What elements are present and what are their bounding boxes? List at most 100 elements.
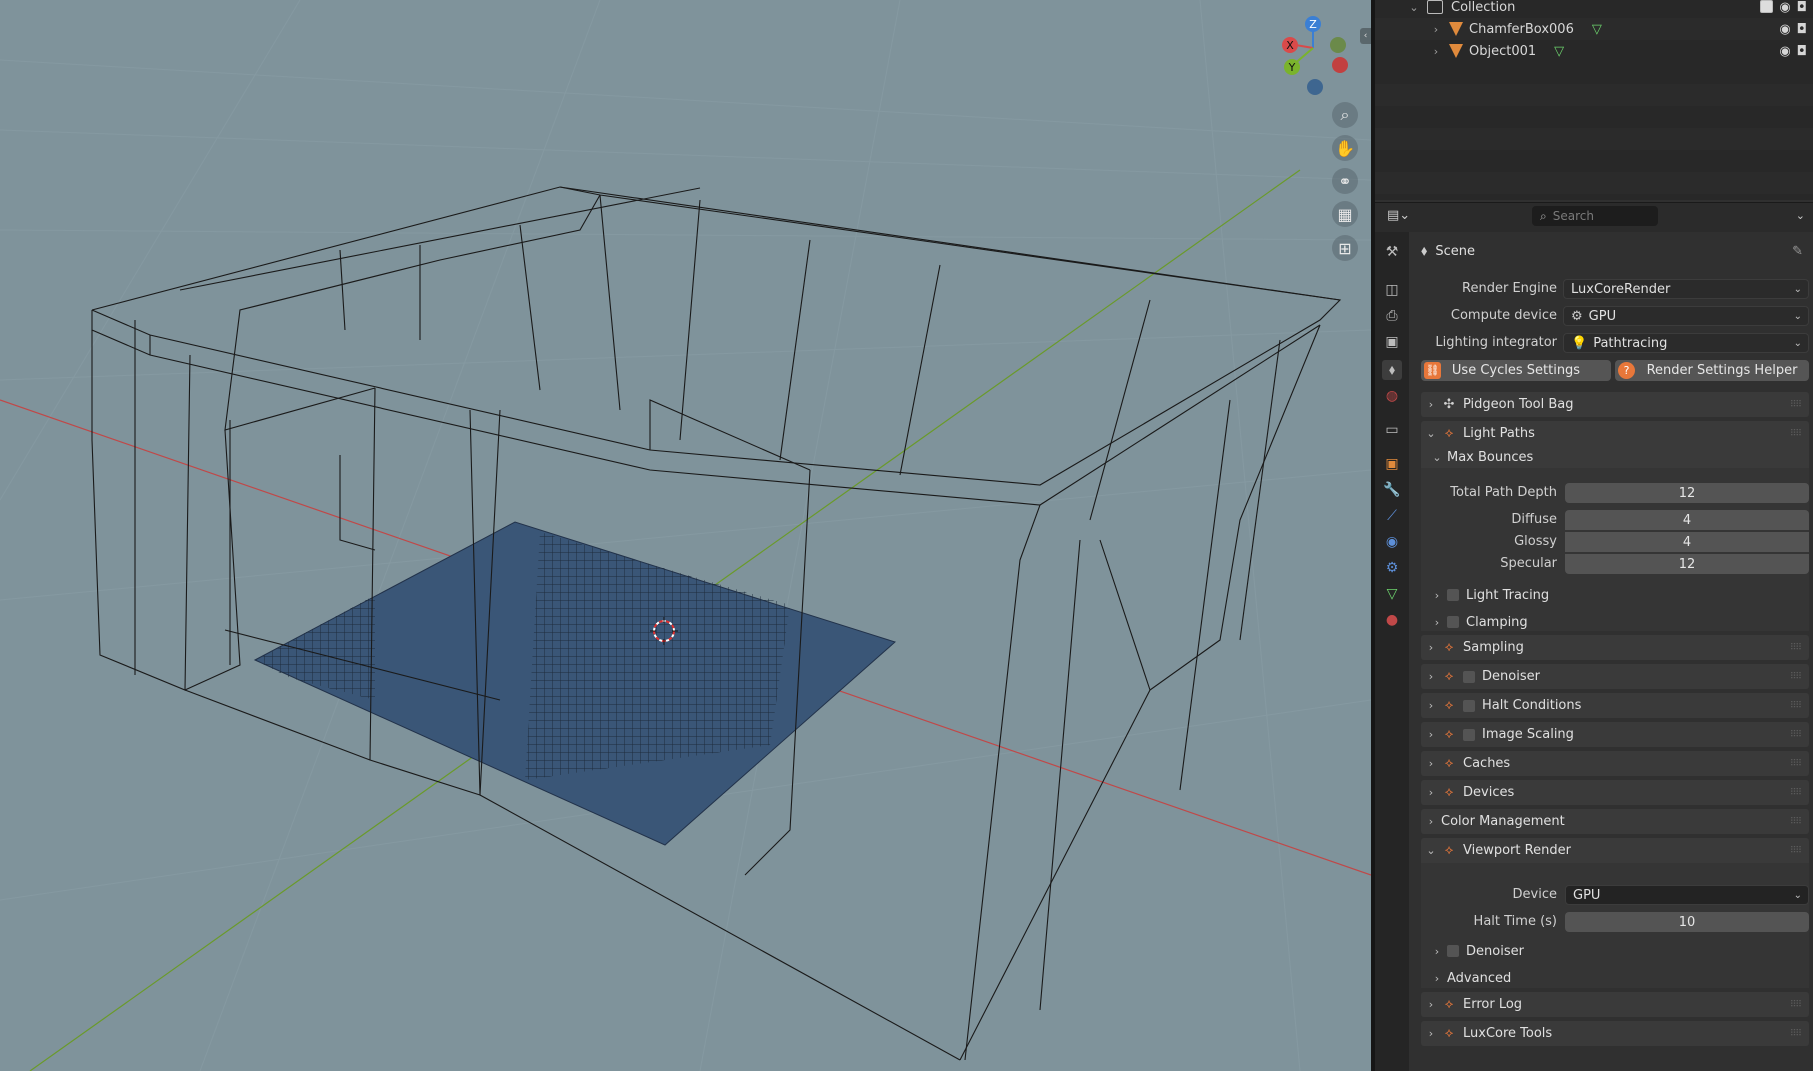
- zoom-icon[interactable]: ⌕: [1332, 102, 1358, 128]
- navigation-gizmo[interactable]: Z X Y: [1282, 16, 1348, 95]
- outliner-row-object[interactable]: › ChamferBox006 ▽ ◉ ◘: [1375, 18, 1813, 40]
- local-view-icon[interactable]: ⊞: [1332, 235, 1358, 261]
- pin-icon[interactable]: ✎: [1792, 244, 1803, 259]
- drag-grip-icon[interactable]: ⠿⠿: [1790, 1000, 1802, 1010]
- camera-icon[interactable]: ◘: [1797, 22, 1807, 37]
- search-field[interactable]: ⌕ Search: [1532, 206, 1658, 226]
- editor-type-icon[interactable]: ▤⌄: [1387, 208, 1417, 228]
- expand-chevron-icon[interactable]: ›: [1429, 23, 1443, 36]
- options-chevron-icon[interactable]: ⌄: [1796, 209, 1805, 222]
- outliner[interactable]: ⌄ Collection ◉ ◘ › ChamferBox006 ▽ ◉ ◘ ›…: [1375, 0, 1813, 200]
- subpanel-clamping[interactable]: › Clamping: [1421, 611, 1809, 633]
- drag-grip-icon[interactable]: ⠿⠿: [1790, 429, 1802, 439]
- subpanel-vp-denoiser[interactable]: › Denoiser: [1421, 940, 1809, 962]
- tool-tab-icon[interactable]: ⚒: [1382, 242, 1402, 262]
- perspective-grid-icon[interactable]: ▦: [1332, 201, 1358, 227]
- drag-grip-icon[interactable]: ⠿⠿: [1790, 788, 1802, 798]
- outliner-row-object[interactable]: › Object001 ▽ ◉ ◘: [1375, 40, 1813, 62]
- clamping-checkbox[interactable]: [1447, 616, 1459, 628]
- eye-icon[interactable]: ◉: [1779, 44, 1790, 59]
- panel-sampling[interactable]: › ⟡ Sampling ⠿⠿: [1421, 635, 1809, 660]
- subpanel-light-tracing[interactable]: › Light Tracing: [1421, 584, 1809, 606]
- pan-hand-icon[interactable]: ✋: [1332, 135, 1358, 161]
- mesh-data-icon[interactable]: ▽: [1592, 22, 1602, 37]
- drag-grip-icon[interactable]: ⠿⠿: [1790, 759, 1802, 769]
- light-tracing-checkbox[interactable]: [1447, 589, 1459, 601]
- drag-grip-icon[interactable]: ⠿⠿: [1790, 701, 1802, 711]
- particles-tab-icon[interactable]: ⟋: [1382, 506, 1402, 526]
- gizmo-z-label: Z: [1309, 18, 1317, 31]
- scene-tab-icon[interactable]: ⬧: [1382, 360, 1402, 380]
- drag-grip-icon[interactable]: ⠿⠿: [1790, 730, 1802, 740]
- drag-grip-icon[interactable]: ⠿⠿: [1790, 817, 1802, 827]
- render-engine-label: Render Engine: [1462, 281, 1557, 296]
- material-tab-icon[interactable]: ●: [1382, 610, 1402, 630]
- camera-icon[interactable]: ◘: [1797, 44, 1807, 59]
- exclude-checkbox[interactable]: [1760, 0, 1774, 13]
- image-scaling-checkbox[interactable]: [1463, 728, 1475, 741]
- compute-device-value: GPU: [1588, 308, 1617, 324]
- data-tab-icon[interactable]: ▽: [1382, 584, 1402, 604]
- eye-icon[interactable]: ◉: [1779, 22, 1790, 37]
- panel-viewport-render[interactable]: ⌄ ⟡ Viewport Render ⠿⠿: [1421, 838, 1809, 863]
- denoiser-checkbox[interactable]: [1463, 670, 1475, 683]
- object-name[interactable]: Object001: [1469, 44, 1536, 59]
- 3d-viewport[interactable]: Z X Y ⌕ ✋ ⚭ ▦ ⊞ ‹: [0, 0, 1371, 1071]
- modifier-tab-icon[interactable]: 🔧: [1382, 480, 1402, 500]
- panel-image-scaling[interactable]: › ⟡ Image Scaling ⠿⠿: [1421, 722, 1809, 747]
- floor-plane-grid: [255, 595, 375, 700]
- panel-denoiser[interactable]: › ⟡ Denoiser ⠿⠿: [1421, 664, 1809, 689]
- diffuse-field[interactable]: 4: [1565, 510, 1809, 530]
- chevron-right-icon: ›: [1434, 588, 1440, 602]
- camera-icon[interactable]: ◘: [1797, 0, 1807, 15]
- panel-pidgeon-tool-bag[interactable]: › ✣ Pidgeon Tool Bag ⠿⠿: [1421, 392, 1809, 417]
- vp-halt-time-field[interactable]: 10: [1565, 912, 1809, 932]
- panel-luxcore-tools[interactable]: › ⟡ LuxCore Tools ⠿⠿: [1421, 1021, 1809, 1046]
- render-settings-helper-button[interactable]: ? Render Settings Helper: [1615, 360, 1809, 381]
- drag-grip-icon[interactable]: ⠿⠿: [1790, 846, 1802, 856]
- drag-grip-icon[interactable]: ⠿⠿: [1790, 643, 1802, 653]
- object-name[interactable]: ChamferBox006: [1469, 22, 1574, 37]
- chevron-down-icon: ⌄: [1426, 844, 1436, 857]
- vp-device-dropdown[interactable]: GPU ⌄: [1565, 885, 1809, 905]
- luxcore-icon: ⟡: [1444, 727, 1454, 742]
- drag-grip-icon[interactable]: ⠿⠿: [1790, 400, 1802, 410]
- render-engine-dropdown[interactable]: LuxCoreRender ⌄: [1563, 279, 1809, 299]
- subpanel-vp-advanced[interactable]: › Advanced: [1421, 967, 1809, 989]
- drag-grip-icon[interactable]: ⠿⠿: [1790, 1029, 1802, 1039]
- collection-tab-icon[interactable]: ▭: [1382, 420, 1402, 440]
- halt-conditions-checkbox[interactable]: [1463, 699, 1475, 712]
- world-tab-icon[interactable]: ◍: [1382, 386, 1402, 406]
- glossy-field[interactable]: 4: [1565, 532, 1809, 552]
- output-tab-icon[interactable]: ⎙: [1382, 306, 1402, 326]
- panel-color-management[interactable]: › Color Management ⠿⠿: [1421, 809, 1809, 834]
- panel-devices[interactable]: › ⟡ Devices ⠿⠿: [1421, 780, 1809, 805]
- subpanel-max-bounces[interactable]: ⌄ Max Bounces: [1421, 446, 1809, 468]
- view-layer-tab-icon[interactable]: ▣: [1382, 332, 1402, 352]
- vp-denoiser-checkbox[interactable]: [1447, 945, 1459, 957]
- compute-device-dropdown[interactable]: ⚙ GPU ⌄: [1563, 306, 1809, 326]
- expand-icon[interactable]: ⌄: [1407, 1, 1421, 14]
- panel-light-paths[interactable]: ⌄ ⟡ Light Paths ⠿⠿: [1421, 421, 1809, 446]
- lightbulb-icon: 💡: [1571, 335, 1588, 351]
- panel-error-log[interactable]: › ⟡ Error Log ⠿⠿: [1421, 992, 1809, 1017]
- object-tab-icon[interactable]: ▣: [1382, 454, 1402, 474]
- camera-view-icon[interactable]: ⚭: [1332, 168, 1358, 194]
- outliner-row-collection[interactable]: ⌄ Collection ◉ ◘: [1375, 0, 1813, 18]
- viewport-scene[interactable]: Z X Y: [0, 0, 1371, 1071]
- panel-halt-conditions[interactable]: › ⟡ Halt Conditions ⠿⠿: [1421, 693, 1809, 718]
- gpu-chip-icon: ⚙: [1571, 308, 1583, 324]
- total-path-depth-field[interactable]: 12: [1565, 483, 1809, 503]
- use-cycles-settings-button[interactable]: ⛓ Use Cycles Settings: [1421, 360, 1611, 381]
- lighting-integrator-dropdown[interactable]: 💡 Pathtracing ⌄: [1563, 333, 1809, 353]
- panel-caches[interactable]: › ⟡ Caches ⠿⠿: [1421, 751, 1809, 776]
- expand-chevron-icon[interactable]: ›: [1429, 45, 1443, 58]
- render-tab-icon[interactable]: ◫: [1382, 280, 1402, 300]
- drag-grip-icon[interactable]: ⠿⠿: [1790, 672, 1802, 682]
- eye-icon[interactable]: ◉: [1779, 0, 1790, 15]
- physics-tab-icon[interactable]: ◉: [1382, 532, 1402, 552]
- mesh-data-icon[interactable]: ▽: [1554, 44, 1564, 59]
- constraints-tab-icon[interactable]: ⚙: [1382, 558, 1402, 578]
- specular-field[interactable]: 12: [1565, 554, 1809, 574]
- collapse-sidebar-icon[interactable]: ‹: [1360, 28, 1371, 44]
